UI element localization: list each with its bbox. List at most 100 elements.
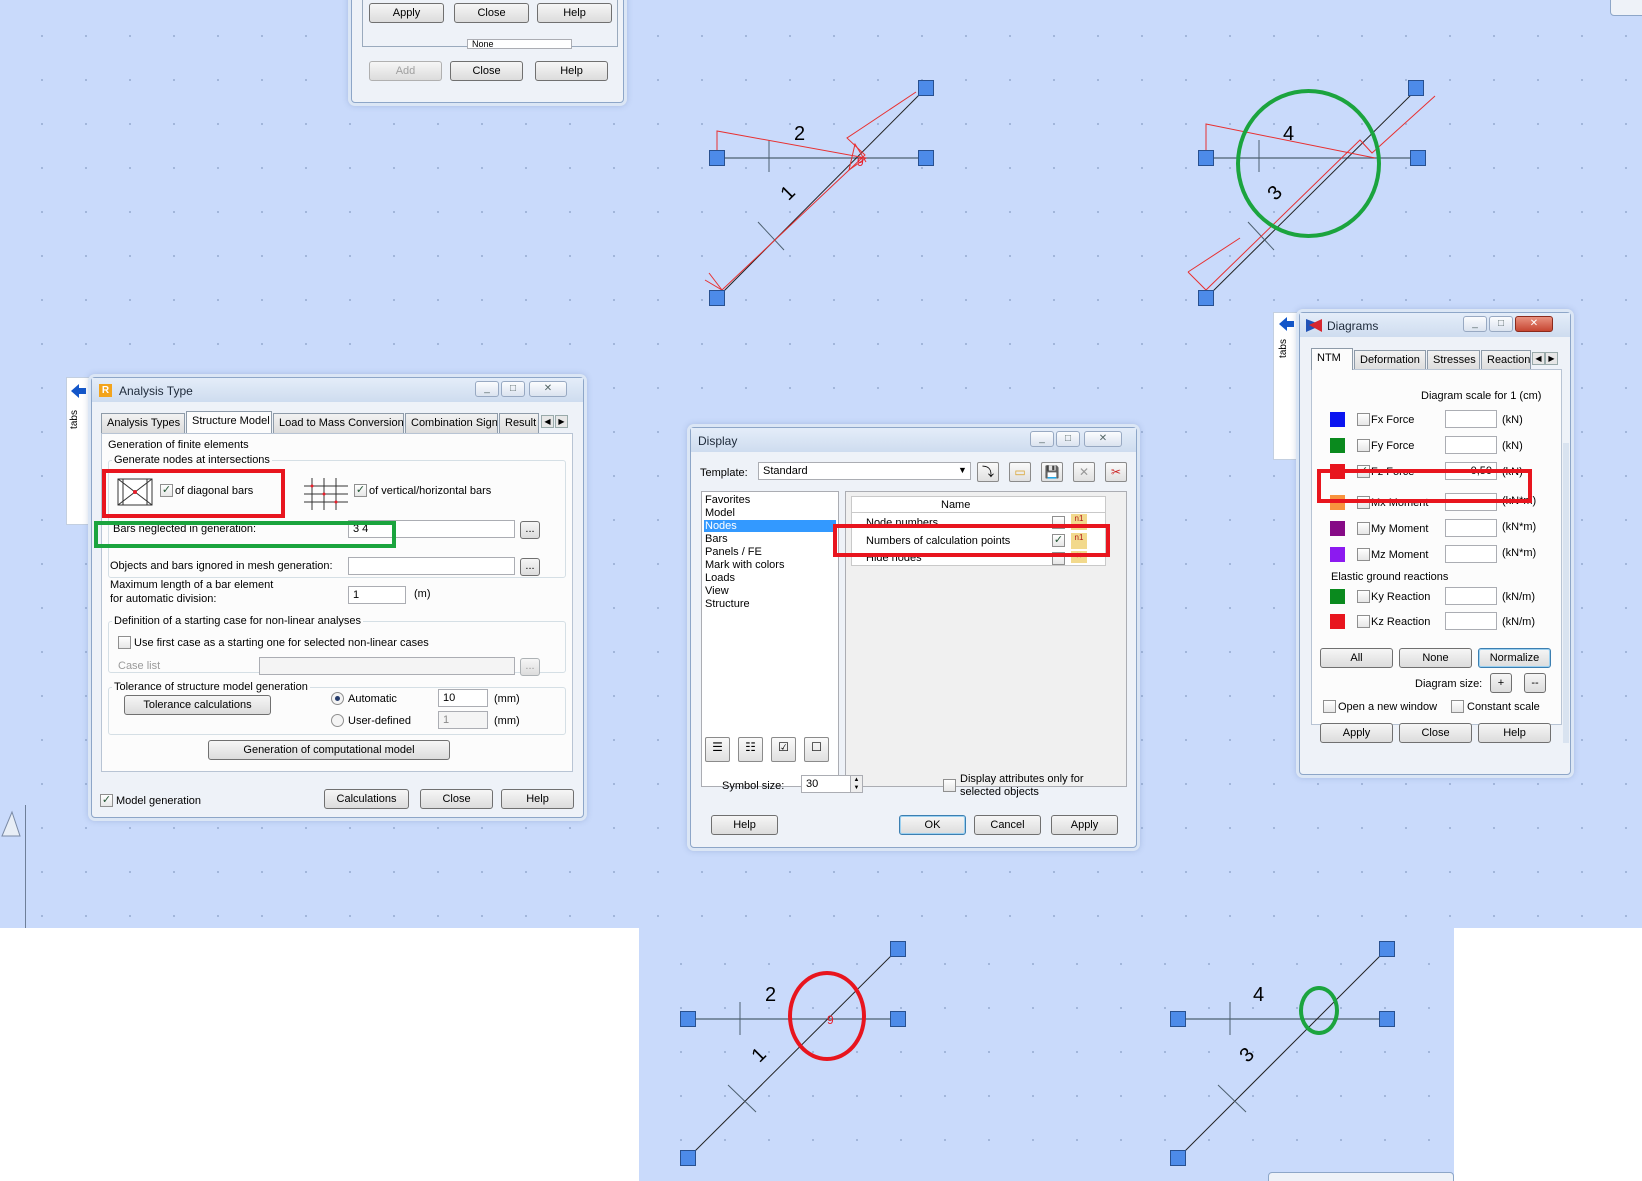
size-minus-button[interactable]: --: [1524, 673, 1546, 693]
group-title: Generation of finite elements: [108, 439, 249, 451]
new-window-checkbox[interactable]: [1323, 700, 1336, 713]
normalize-button[interactable]: Normalize: [1478, 648, 1551, 668]
case-list-field[interactable]: [259, 657, 515, 675]
max-length-field[interactable]: 1: [348, 586, 406, 604]
fx-scale-field[interactable]: [1445, 410, 1497, 428]
reset-icon[interactable]: ✂: [1105, 462, 1127, 482]
tab-result[interactable]: Result I: [499, 413, 539, 433]
kz-scale-field[interactable]: [1445, 612, 1497, 630]
close-button[interactable]: Close: [1399, 723, 1472, 743]
chevron-down-icon[interactable]: ▼: [958, 465, 967, 475]
maximize-button[interactable]: □: [1489, 316, 1513, 332]
my-checkbox[interactable]: [1357, 522, 1370, 535]
apply-button[interactable]: Apply: [1051, 815, 1118, 835]
minimize-button[interactable]: _: [1030, 431, 1054, 447]
automatic-label: Automatic: [348, 693, 397, 705]
constant-scale-checkbox[interactable]: [1451, 700, 1464, 713]
tab-load-to-mass[interactable]: Load to Mass Conversion: [273, 413, 404, 433]
fy-scale-field[interactable]: [1445, 436, 1497, 454]
symbol-size-field[interactable]: 30: [801, 775, 851, 793]
size-plus-button[interactable]: +: [1490, 673, 1512, 693]
mz-checkbox[interactable]: [1357, 548, 1370, 561]
help-button[interactable]: Help: [1478, 723, 1551, 743]
category-item[interactable]: Nodes: [704, 520, 836, 532]
tab-scroll-left-icon[interactable]: ◀: [1532, 352, 1545, 365]
folder-icon[interactable]: ▭: [1009, 462, 1031, 482]
tab-structure-model[interactable]: Structure Model: [186, 411, 272, 433]
category-item[interactable]: Favorites: [704, 494, 750, 506]
calculations-button[interactable]: Calculations: [324, 789, 409, 809]
apply-button[interactable]: Apply: [1320, 723, 1393, 743]
ky-color-swatch: [1330, 589, 1345, 604]
category-item[interactable]: Model: [704, 507, 735, 519]
close-window-button[interactable]: ✕: [1084, 431, 1122, 447]
user-defined-radio[interactable]: [331, 714, 344, 727]
browse-button[interactable]: ...: [520, 521, 540, 539]
all-button[interactable]: All: [1320, 648, 1393, 668]
expand-all-icon[interactable]: ☰: [705, 737, 730, 762]
maximize-button[interactable]: □: [1056, 431, 1080, 447]
tab-stresses[interactable]: Stresses: [1427, 350, 1480, 370]
generate-model-button[interactable]: Generation of computational model: [208, 740, 450, 760]
ok-button[interactable]: OK: [899, 815, 966, 835]
scrollbar[interactable]: [1563, 443, 1569, 743]
kz-checkbox[interactable]: [1357, 615, 1370, 628]
ky-checkbox[interactable]: [1357, 590, 1370, 603]
browse-button-3[interactable]: ...: [520, 658, 540, 676]
automatic-value-field[interactable]: 10: [438, 689, 488, 707]
case-list-label: Case list: [118, 660, 161, 672]
attributes-only-checkbox[interactable]: [943, 779, 956, 792]
browse-button-2[interactable]: ...: [520, 558, 540, 576]
automatic-radio[interactable]: [331, 692, 344, 705]
minimize-button[interactable]: _: [1463, 316, 1487, 332]
ignored-objects-field[interactable]: [348, 557, 515, 575]
collapse-all-icon[interactable]: ☷: [738, 737, 763, 762]
fx-checkbox[interactable]: [1357, 413, 1370, 426]
user-defined-value-field[interactable]: 1: [438, 711, 488, 729]
tab-scroll-left-icon[interactable]: ◀: [541, 415, 554, 428]
check-all-icon[interactable]: ☑: [771, 737, 796, 762]
title-bar: Diagrams _ □ ✕: [1300, 313, 1570, 337]
tab-ntm[interactable]: NTM: [1311, 348, 1353, 370]
tab-combination-sign[interactable]: Combination Sign: [405, 413, 498, 433]
analysis-type-dialog: R Analysis Type _ □ ✕ Analysis Types Str…: [91, 377, 584, 818]
tabs-sidebar[interactable]: tabs: [66, 377, 90, 525]
cancel-button[interactable]: Cancel: [974, 815, 1041, 835]
tab-deformation[interactable]: Deformation: [1354, 350, 1426, 370]
model-generation-checkbox[interactable]: ✓: [100, 794, 113, 807]
template-select[interactable]: Standard: [758, 462, 971, 480]
mz-scale-field[interactable]: [1445, 545, 1497, 563]
tolerance-calculations-button[interactable]: Tolerance calculations: [124, 695, 271, 715]
uncheck-all-icon[interactable]: ☐: [804, 737, 829, 762]
category-item[interactable]: Mark with colors: [704, 559, 784, 571]
vertical-horizontal-checkbox[interactable]: ✓: [354, 484, 367, 497]
help-button[interactable]: Help: [501, 789, 574, 809]
my-scale-field[interactable]: [1445, 519, 1497, 537]
maximize-button[interactable]: □: [501, 381, 525, 397]
close-window-button[interactable]: ✕: [529, 381, 567, 397]
tab-reactions[interactable]: Reactions: [1481, 350, 1531, 370]
fx-unit: (kN): [1502, 414, 1523, 426]
use-first-case-checkbox[interactable]: [118, 636, 131, 649]
tabs-sidebar-2[interactable]: tabs: [1273, 312, 1299, 460]
dialog-title: Diagrams: [1327, 319, 1379, 333]
minimize-button[interactable]: _: [475, 381, 499, 397]
delete-icon[interactable]: ✕: [1073, 462, 1095, 482]
save-icon[interactable]: 💾: [1041, 462, 1063, 482]
apply-template-icon[interactable]: ⤵: [977, 462, 999, 482]
fy-checkbox[interactable]: [1357, 439, 1370, 452]
close-button[interactable]: Close: [420, 789, 493, 809]
tab-scroll-right-icon[interactable]: ▶: [1545, 352, 1558, 365]
tab-analysis-types[interactable]: Analysis Types: [101, 413, 185, 433]
help-button[interactable]: Help: [711, 815, 778, 835]
category-item[interactable]: Bars: [704, 533, 728, 545]
ky-scale-field[interactable]: [1445, 587, 1497, 605]
tab-scroll-right-icon[interactable]: ▶: [555, 415, 568, 428]
category-item[interactable]: View: [704, 585, 729, 597]
category-item[interactable]: Structure: [704, 598, 750, 610]
category-item[interactable]: Loads: [704, 572, 735, 584]
none-button[interactable]: None: [1399, 648, 1472, 668]
spinner-icon[interactable]: ▲ ▼: [850, 775, 863, 793]
close-window-button[interactable]: ✕: [1515, 316, 1553, 332]
category-item[interactable]: Panels / FE: [704, 546, 762, 558]
